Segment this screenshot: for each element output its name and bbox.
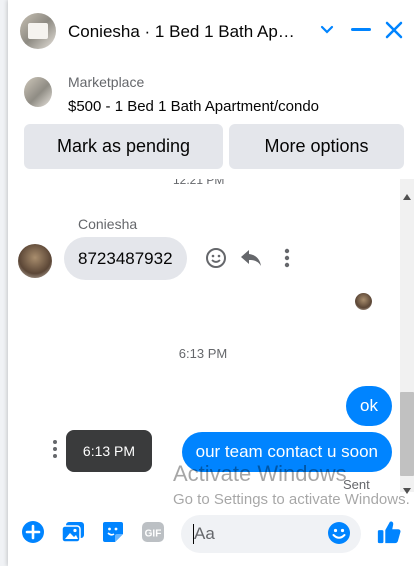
incoming-message[interactable]: 8723487932	[64, 237, 187, 280]
listing-label: Marketplace	[68, 74, 145, 90]
gif-icon[interactable]: GIF	[140, 519, 166, 545]
chevron-down-icon[interactable]	[313, 16, 341, 44]
message-composer: GIF Aa	[8, 507, 418, 566]
mark-as-pending-button[interactable]: Mark as pending	[24, 124, 223, 169]
listing-thumbnail[interactable]	[24, 77, 52, 107]
chat-header: Coniesha · 1 Bed 1 Bath Ap…	[8, 0, 418, 65]
minimize-icon[interactable]	[347, 16, 375, 44]
message-input-placeholder: Aa	[194, 524, 215, 543]
chat-window: Coniesha · 1 Bed 1 Bath Ap… Marketplace …	[8, 0, 418, 566]
activate-windows-watermark: Activate Windows Go to Settings to activ…	[173, 461, 410, 507]
photo-icon[interactable]	[60, 519, 86, 545]
watermark-title: Activate Windows	[173, 461, 347, 486]
chat-title[interactable]: Coniesha · 1 Bed 1 Bath Ap…	[68, 22, 313, 42]
time-divider: 6:13 PM	[178, 346, 228, 361]
plus-icon[interactable]	[20, 519, 46, 545]
more-options-button[interactable]: More options	[229, 124, 404, 169]
more-vertical-icon[interactable]	[274, 245, 300, 271]
watermark-subtitle: Go to Settings to activate Windows.	[173, 491, 410, 507]
like-icon[interactable]	[376, 519, 402, 545]
close-icon[interactable]	[380, 16, 408, 44]
seen-avatar	[355, 293, 372, 310]
outgoing-message[interactable]: ok	[346, 386, 392, 426]
emoji-icon[interactable]	[326, 520, 352, 546]
scroll-up-icon[interactable]	[403, 187, 411, 200]
sticker-icon[interactable]	[100, 519, 126, 545]
emoji-react-icon[interactable]	[203, 245, 229, 271]
more-vertical-icon[interactable]	[52, 439, 62, 463]
sender-name: Coniesha	[78, 216, 138, 232]
svg-text:GIF: GIF	[145, 529, 162, 540]
scrollbar-thumb[interactable]	[400, 392, 414, 476]
time-divider-previous: 12:21 PM	[173, 179, 225, 187]
message-status: Sent	[343, 477, 370, 492]
listing-description[interactable]: $500 - 1 Bed 1 Bath Apartment/condo	[68, 98, 319, 115]
listing-avatar[interactable]	[20, 13, 56, 49]
avatar[interactable]	[18, 244, 52, 278]
marketplace-listing: Marketplace $500 - 1 Bed 1 Bath Apartmen…	[8, 64, 418, 179]
timestamp-tooltip: 6:13 PM	[66, 430, 152, 472]
reply-icon[interactable]	[238, 245, 264, 271]
message-list[interactable]: 12:21 PM Coniesha 8723487932 6:13 PM ok …	[8, 179, 418, 507]
scroll-down-icon[interactable]	[403, 481, 411, 494]
